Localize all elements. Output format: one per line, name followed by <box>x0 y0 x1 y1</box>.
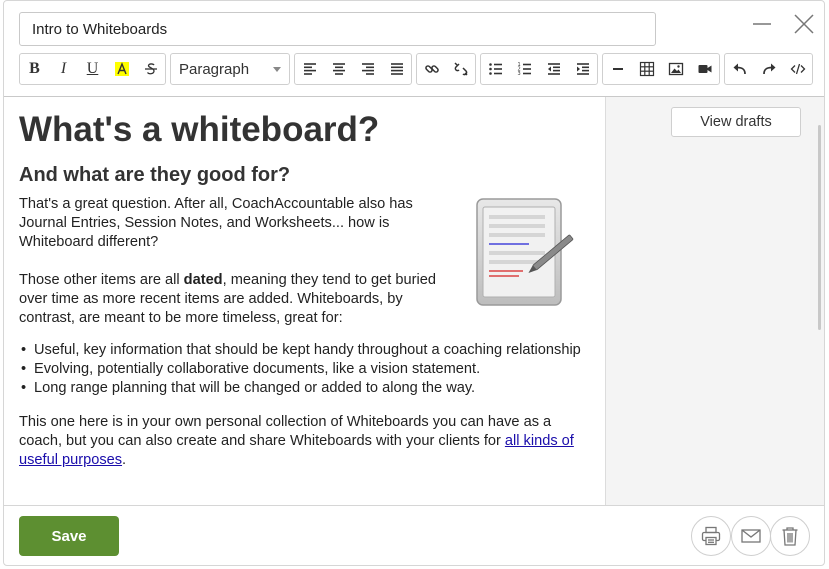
view-drafts-button[interactable]: View drafts <box>671 107 801 137</box>
footer-border <box>4 505 824 506</box>
video-button[interactable] <box>690 54 719 84</box>
redo-icon <box>762 63 775 75</box>
whiteboard-editor-dialog: B I U Paragraph <box>3 0 825 566</box>
bold-icon: B <box>29 60 40 77</box>
history-group <box>724 53 813 85</box>
horizontal-rule-button[interactable] <box>603 54 632 84</box>
editor-content-area[interactable]: What's a whiteboard? And what are they g… <box>4 97 605 505</box>
link-group <box>416 53 476 85</box>
trash-icon <box>782 527 798 546</box>
align-right-icon <box>361 63 374 75</box>
paragraph-3: This one here is in your own personal co… <box>19 413 581 470</box>
whiteboard-illustration-icon <box>476 198 574 306</box>
delete-button[interactable] <box>770 516 810 556</box>
undo-icon <box>733 63 746 75</box>
numbered-list-button[interactable]: 123 <box>510 54 539 84</box>
code-icon <box>790 63 805 75</box>
list-group: 123 <box>480 53 598 85</box>
align-right-button[interactable] <box>353 54 382 84</box>
undo-button[interactable] <box>725 54 754 84</box>
minimize-button[interactable] <box>749 11 775 37</box>
benefits-list: Useful, key information that should be k… <box>21 341 581 398</box>
link-button[interactable] <box>417 54 446 84</box>
align-left-button[interactable] <box>295 54 324 84</box>
indent-button[interactable] <box>568 54 597 84</box>
highlight-button[interactable] <box>107 54 136 84</box>
paragraph-format-select[interactable]: Paragraph <box>171 54 289 84</box>
editor-toolbar: B I U Paragraph 1 2 3 <box>19 53 813 85</box>
outdent-button[interactable] <box>539 54 568 84</box>
bold-button[interactable]: B <box>20 54 49 84</box>
align-center-button[interactable] <box>324 54 353 84</box>
underline-button[interactable]: U <box>78 54 107 84</box>
format-select-value: Paragraph <box>179 60 250 78</box>
save-button[interactable]: Save <box>19 516 119 556</box>
align-left-icon <box>303 63 316 75</box>
content-heading: What's a whiteboard? <box>19 110 380 149</box>
link-icon <box>424 65 439 73</box>
unlink-button[interactable] <box>446 54 475 84</box>
italic-icon: I <box>60 60 67 77</box>
justify-button[interactable] <box>382 54 411 84</box>
content-subheading: And what are they good for? <box>19 164 291 186</box>
source-code-button[interactable] <box>783 54 812 84</box>
text-style-group: B I U <box>19 53 166 85</box>
outdent-icon <box>547 63 560 75</box>
strikethrough-button[interactable] <box>136 54 165 84</box>
paragraph-2-text-start: Those other items are all <box>19 272 184 288</box>
image-button[interactable] <box>661 54 690 84</box>
align-center-icon <box>332 63 345 75</box>
redo-button[interactable] <box>754 54 783 84</box>
close-icon <box>794 14 814 34</box>
alignment-group <box>294 53 412 85</box>
paragraph-3-text-start: This one here is in your own personal co… <box>19 414 552 449</box>
minimize-icon <box>753 23 771 25</box>
underline-icon: U <box>86 60 99 77</box>
horizontal-rule-icon <box>612 68 623 70</box>
list-item: Useful, key information that should be k… <box>21 341 581 360</box>
insert-group <box>602 53 720 85</box>
side-panel: View drafts <box>606 97 824 505</box>
bullet-list-button[interactable] <box>481 54 510 84</box>
bullet-list-icon <box>488 63 502 75</box>
scrollbar[interactable] <box>818 125 821 330</box>
paragraph-2-bold: dated <box>183 272 223 288</box>
table-button[interactable] <box>632 54 661 84</box>
justify-icon <box>390 63 403 75</box>
print-icon <box>701 526 721 546</box>
svg-text:3: 3 <box>517 71 520 77</box>
list-item: Evolving, potentially collaborative docu… <box>21 360 581 379</box>
chevron-down-icon <box>273 66 281 72</box>
paragraph-3-text-end: . <box>122 452 127 468</box>
mail-icon <box>741 529 761 543</box>
italic-button[interactable]: I <box>49 54 78 84</box>
print-button[interactable] <box>691 516 731 556</box>
image-icon <box>668 62 683 76</box>
table-icon <box>639 61 654 77</box>
email-button[interactable] <box>731 516 771 556</box>
unlink-icon <box>453 62 468 76</box>
close-button[interactable] <box>791 11 817 37</box>
numbered-list-icon: 123 <box>517 62 531 77</box>
highlight-icon <box>114 62 129 76</box>
list-item: Long range planning that will be changed… <box>21 379 581 398</box>
strikethrough-icon <box>144 63 157 75</box>
title-field[interactable] <box>19 12 656 46</box>
video-icon <box>698 65 711 73</box>
indent-icon <box>576 63 589 75</box>
format-select-group: Paragraph <box>170 53 290 85</box>
